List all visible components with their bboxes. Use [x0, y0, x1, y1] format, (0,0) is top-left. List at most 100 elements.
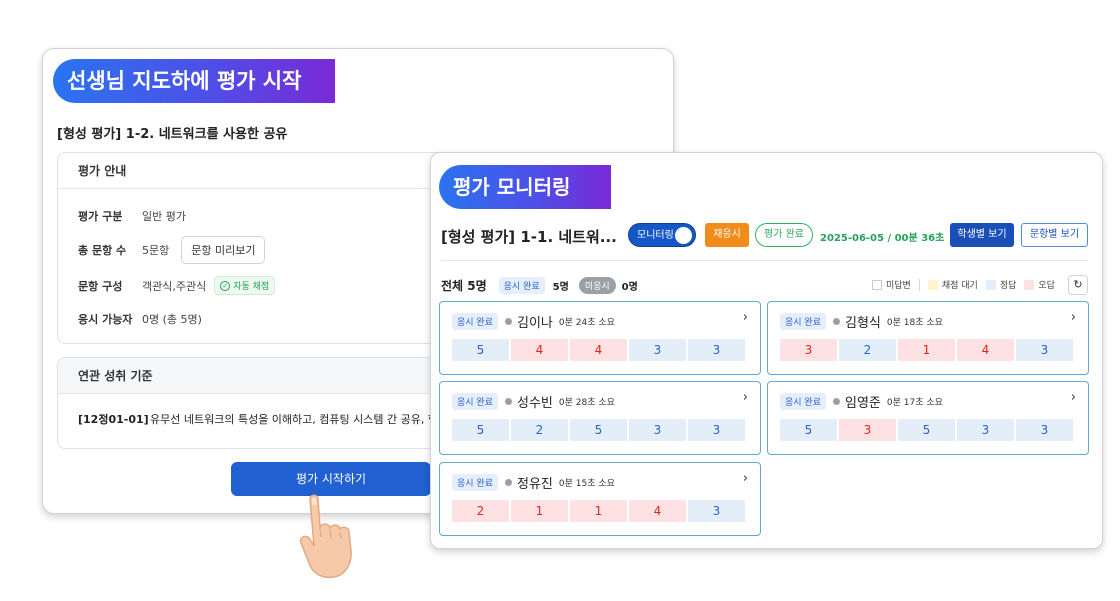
legend-label: 채점 대기	[941, 281, 978, 291]
chevron-right-icon[interactable]: ›	[743, 310, 748, 325]
preview-items-button[interactable]: 문항 미리보기	[181, 236, 266, 264]
answer-cell: 3	[1016, 339, 1073, 361]
answer-cell: 3	[688, 419, 745, 441]
card-header: 응시 완료 정유진 0분 15초 소요	[452, 473, 615, 492]
time-spent: 0분 18초 소요	[886, 318, 943, 328]
time-spent: 0분 24초 소요	[558, 318, 615, 328]
status-dot	[504, 318, 512, 325]
finish-assessment-button[interactable]: 평가 완료	[755, 223, 813, 247]
date-elapsed: 2025-06-05 / 00분 36초	[820, 229, 944, 244]
student-name: 성수빈	[516, 396, 553, 411]
student-name: 정유진	[516, 477, 553, 492]
standard-text: 유무선 네트워크의 특성을 이해하고, 컴퓨팅 시스템 간 공유, 협력, 소	[150, 413, 466, 426]
status-dot	[504, 398, 512, 405]
legend-label: 오답	[1038, 281, 1055, 291]
answer-cell: 1	[570, 500, 627, 522]
auto-grading-label: 자동 채점	[233, 282, 270, 292]
answer-cell: 2	[511, 419, 568, 441]
answer-cells: 5 4 4 3 3	[452, 339, 747, 361]
student-name: 임영준	[844, 396, 881, 411]
card-header: 응시 완료 임영준 0분 17초 소요	[780, 392, 943, 411]
elapsed-time: 00분 36초	[894, 233, 945, 244]
chevron-right-icon[interactable]: ›	[1071, 390, 1076, 405]
legend-swatch	[985, 279, 996, 290]
status-badge: 응시 완료	[780, 313, 826, 330]
legend-label: 미답변	[886, 281, 911, 291]
guide-row-count: 총 문항 수 5문항 문항 미리보기	[78, 236, 266, 264]
chevron-right-icon[interactable]: ›	[743, 471, 748, 486]
assessment-title: [형성 평가] 1-2. 네트워크를 사용한 공유	[57, 127, 288, 142]
answer-cell: 3	[688, 500, 745, 522]
student-card[interactable]: 응시 완료 정유진 0분 15초 소요 › 2 1 1 4 3	[439, 462, 761, 536]
card-header: 응시 완료 성수빈 0분 28초 소요	[452, 392, 615, 411]
guide-value: 5문항	[142, 244, 170, 257]
student-name: 김형식	[844, 316, 881, 331]
screenshot-stage: 선생님 지도하에 평가 시작 [형성 평가] 1-2. 네트워크를 사용한 공유…	[0, 0, 1120, 601]
answer-cell: 3	[629, 339, 686, 361]
status-dot	[504, 479, 512, 486]
guide-row-composition: 문항 구성 객관식,주관식 ✓ 자동 채점	[78, 276, 276, 295]
answer-cell: 3	[688, 339, 745, 361]
pointing-hand-icon	[299, 494, 352, 579]
not-taken-count: 0명	[621, 282, 638, 293]
answer-cell: 4	[570, 339, 627, 361]
card-header: 응시 완료 김형식 0분 18초 소요	[780, 312, 943, 331]
time-spent: 0분 28초 소요	[558, 398, 615, 408]
guide-value: 객관식,주관식	[142, 279, 207, 293]
refresh-icon[interactable]: ↻	[1068, 275, 1088, 295]
date-text: 2025-06-05 /	[820, 233, 895, 244]
status-badge: 응시 완료	[780, 393, 826, 410]
legend-swatch	[927, 279, 938, 290]
student-name: 김이나	[516, 316, 553, 331]
answer-cell: 1	[898, 339, 955, 361]
toggle-label: 모니터링	[637, 230, 674, 241]
divider	[441, 260, 1088, 261]
retake-button[interactable]: 재응시	[705, 223, 749, 247]
legend-item: 오답	[1024, 278, 1055, 291]
view-by-item-button[interactable]: 문항별 보기	[1021, 223, 1088, 247]
answer-cells: 3 2 1 4 3	[780, 339, 1075, 361]
view-by-student-button[interactable]: 학생별 보기	[950, 223, 1014, 247]
monitor-assessment-title: [형성 평가] 1-1. 네트워...	[441, 228, 617, 246]
guide-value: 0명 (총 5명)	[142, 313, 202, 326]
answer-cell: 2	[839, 339, 896, 361]
status-badge: 응시 완료	[452, 313, 498, 330]
answer-cell: 3	[839, 419, 896, 441]
student-card[interactable]: 응시 완료 성수빈 0분 28초 소요 › 5 2 5 3 3	[439, 381, 761, 455]
status-badge: 응시 완료	[452, 393, 498, 410]
guide-value: 일반 평가	[142, 210, 186, 223]
answer-cell: 3	[1016, 419, 1073, 441]
legend-item: 정답	[985, 278, 1017, 291]
guide-row-type: 평가 구분 일반 평가	[78, 208, 186, 224]
status-badge: 응시 완료	[452, 474, 498, 491]
student-card[interactable]: 응시 완료 김형식 0분 18초 소요 › 3 2 1 4 3	[767, 301, 1089, 375]
legend-swatch	[1024, 279, 1035, 290]
answer-cell: 5	[570, 419, 627, 441]
time-spent: 0분 15초 소요	[558, 479, 615, 489]
not-taken-label: 미응시	[578, 277, 616, 294]
time-spent: 0분 17초 소요	[886, 398, 943, 408]
answer-cell: 4	[957, 339, 1014, 361]
monitor-ribbon-title: 평가 모니터링	[439, 165, 611, 209]
legend-label: 정답	[999, 281, 1017, 291]
monitoring-toggle[interactable]: 모니터링	[628, 223, 696, 247]
summary-row: 전체 5명 응시 완료 5명 미응시 0명	[441, 277, 648, 294]
legend-item: 미답변	[872, 278, 911, 291]
guide-label: 평가 구분	[78, 210, 123, 223]
answer-cell: 4	[511, 339, 568, 361]
chevron-right-icon[interactable]: ›	[1071, 310, 1076, 325]
status-dot	[832, 398, 840, 405]
answer-cells: 2 1 1 4 3	[452, 500, 747, 522]
answer-cell: 2	[452, 500, 509, 522]
answer-cell: 5	[452, 339, 509, 361]
student-card[interactable]: 응시 완료 임영준 0분 17초 소요 › 5 3 5 3 3	[767, 381, 1089, 455]
guide-label: 문항 구성	[78, 279, 123, 293]
legend-item: 채점 대기	[927, 278, 978, 291]
chevron-right-icon[interactable]: ›	[743, 390, 748, 405]
student-card[interactable]: 응시 완료 김이나 0분 24초 소요 › 5 4 4 3 3	[439, 301, 761, 375]
answer-cell: 4	[629, 500, 686, 522]
start-assessment-button[interactable]: 평가 시작하기	[231, 462, 431, 496]
answer-cells: 5 3 5 3 3	[780, 419, 1075, 441]
auto-grading-badge: ✓ 자동 채점	[214, 276, 276, 295]
answer-cell: 5	[452, 419, 509, 441]
